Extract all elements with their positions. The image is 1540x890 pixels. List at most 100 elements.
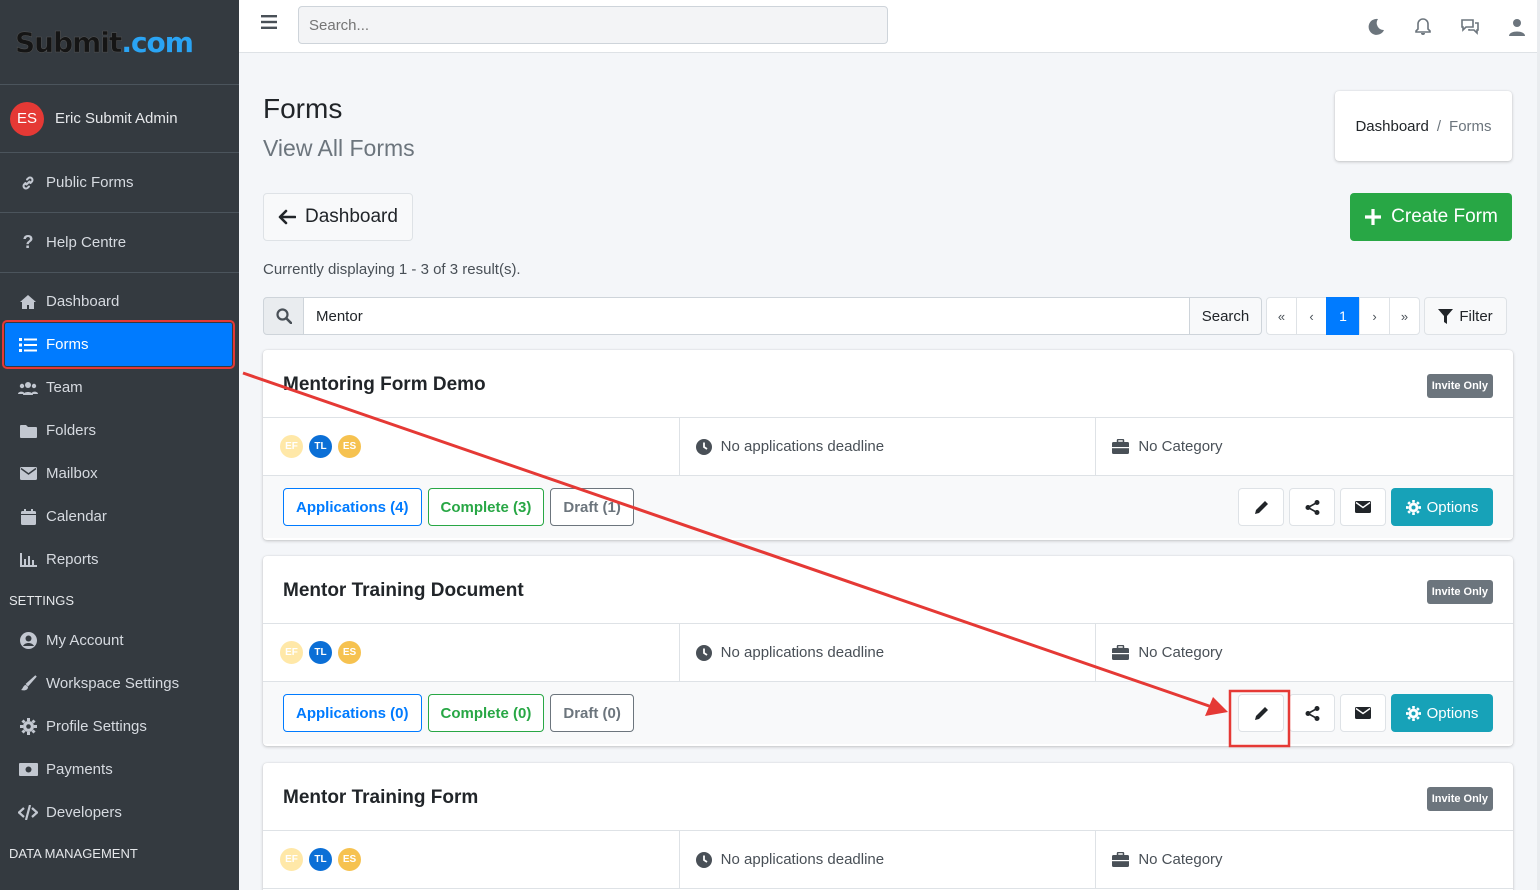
- avatar: TL: [308, 640, 333, 665]
- edit-form-button[interactable]: [1238, 694, 1284, 732]
- deadline-info: No applications deadline: [680, 418, 1097, 475]
- sidebar-item-payments[interactable]: Payments: [0, 748, 239, 791]
- clock-icon: [695, 851, 712, 868]
- options-button[interactable]: Options: [1391, 488, 1493, 526]
- settings-header: SETTINGS: [9, 592, 75, 608]
- complete-button[interactable]: Complete (3): [427, 488, 545, 526]
- avatar: ES: [337, 640, 362, 665]
- briefcase-icon: [1112, 439, 1130, 454]
- briefcase-icon: [1112, 852, 1130, 867]
- avatar: TL: [308, 847, 333, 872]
- filter-icon: [1438, 308, 1454, 324]
- user-circle-icon: [18, 632, 38, 649]
- pagination: « ‹ 1 › »: [1266, 297, 1420, 335]
- team-avatars: EF TL ES: [263, 418, 680, 475]
- complete-button[interactable]: Complete (0): [427, 694, 545, 732]
- status-badge: Invite Only: [1426, 374, 1493, 398]
- menu-toggle-icon[interactable]: [261, 15, 281, 33]
- folder-icon: [18, 424, 38, 438]
- form-title[interactable]: Mentor Training Form: [283, 787, 478, 809]
- pencil-icon: [1254, 500, 1268, 514]
- status-badge: Invite Only: [1426, 580, 1493, 604]
- share-icon: [1305, 705, 1319, 721]
- bell-icon[interactable]: [1399, 17, 1446, 36]
- avatar: ES: [337, 847, 362, 872]
- sidebar-item-team[interactable]: Team: [0, 366, 239, 409]
- dark-mode-icon[interactable]: [1352, 18, 1399, 36]
- data-management-header: DATA MANAGEMENT: [9, 845, 138, 861]
- avatar: EF: [279, 434, 304, 459]
- form-card: Mentor Training Document Invite Only EF …: [263, 556, 1513, 746]
- sidebar-item-developers[interactable]: Developers: [0, 791, 239, 834]
- pager-next[interactable]: ›: [1359, 297, 1390, 335]
- search-button[interactable]: Search: [1190, 297, 1262, 335]
- share-button[interactable]: [1289, 694, 1335, 732]
- pencil-icon: [1254, 706, 1268, 720]
- pager-prev[interactable]: ‹: [1296, 297, 1327, 335]
- page-title: Forms: [263, 93, 343, 124]
- sidebar-item-public-forms[interactable]: Public Forms: [0, 153, 239, 213]
- sidebar: Submit.com ES Eric Submit Admin Public F…: [0, 0, 239, 890]
- avatar: ES: [337, 434, 362, 459]
- back-to-dashboard-button[interactable]: Dashboard: [263, 193, 413, 241]
- sidebar-item-mailbox[interactable]: Mailbox: [0, 452, 239, 495]
- avatar: EF: [279, 640, 304, 665]
- status-badge: Invite Only: [1426, 787, 1493, 811]
- sidebar-item-workspace-settings[interactable]: Workspace Settings: [0, 662, 239, 705]
- comments-icon[interactable]: [1446, 18, 1493, 35]
- results-count: Currently displaying 1 - 3 of 3 result(s…: [263, 261, 521, 278]
- arrow-left-icon: [278, 209, 296, 225]
- form-title[interactable]: Mentor Training Document: [283, 580, 524, 602]
- pager-current-page[interactable]: 1: [1326, 297, 1360, 335]
- cog-icon: [18, 718, 38, 735]
- envelope-icon: [18, 467, 38, 480]
- options-button[interactable]: Options: [1391, 694, 1493, 732]
- sidebar-item-profile-settings[interactable]: Profile Settings: [0, 705, 239, 748]
- form-title[interactable]: Mentoring Form Demo: [283, 374, 486, 396]
- home-icon: [18, 294, 38, 310]
- user-panel[interactable]: ES Eric Submit Admin: [0, 85, 239, 153]
- cog-icon: [1405, 705, 1421, 721]
- form-search-bar: Search « ‹ 1 › » Filter: [263, 297, 1509, 335]
- envelope-icon: [1355, 707, 1371, 719]
- share-icon: [1305, 499, 1319, 515]
- email-button[interactable]: [1340, 488, 1386, 526]
- sidebar-item-help-centre[interactable]: ? Help Centre: [0, 213, 239, 273]
- question-icon: ?: [22, 232, 34, 252]
- pager-first[interactable]: «: [1266, 297, 1297, 335]
- chart-icon: [18, 552, 38, 567]
- calendar-icon: [18, 508, 38, 525]
- applications-button[interactable]: Applications (0): [283, 694, 422, 732]
- form-search-input[interactable]: [304, 297, 1190, 335]
- brush-icon: [18, 675, 38, 692]
- draft-button[interactable]: Draft (1): [550, 488, 634, 526]
- share-button[interactable]: [1289, 488, 1335, 526]
- email-button[interactable]: [1340, 694, 1386, 732]
- filter-button[interactable]: Filter: [1424, 297, 1507, 335]
- form-card: Mentor Training Form Invite Only EF TL E…: [263, 763, 1513, 890]
- edit-form-button[interactable]: [1238, 488, 1284, 526]
- create-form-button[interactable]: Create Form: [1350, 193, 1512, 241]
- user-icon[interactable]: [1493, 18, 1540, 36]
- team-avatars: EF TL ES: [263, 831, 680, 888]
- search-icon: [263, 297, 304, 335]
- avatar: ES: [10, 101, 44, 136]
- sidebar-item-dashboard[interactable]: Dashboard: [0, 280, 239, 323]
- list-icon: [18, 337, 38, 352]
- sidebar-item-calendar[interactable]: Calendar: [0, 495, 239, 538]
- draft-button[interactable]: Draft (0): [550, 694, 634, 732]
- avatar: EF: [279, 847, 304, 872]
- briefcase-icon: [1112, 645, 1130, 660]
- sidebar-item-reports[interactable]: Reports: [0, 538, 239, 581]
- brand-logo[interactable]: Submit.com: [0, 0, 239, 85]
- breadcrumb-dashboard-link[interactable]: Dashboard: [1355, 118, 1428, 135]
- applications-button[interactable]: Applications (4): [283, 488, 422, 526]
- pager-last[interactable]: »: [1389, 297, 1420, 335]
- sidebar-item-forms[interactable]: Forms: [2, 320, 235, 369]
- avatar: TL: [308, 434, 333, 459]
- sidebar-item-folders[interactable]: Folders: [0, 409, 239, 452]
- team-avatars: EF TL ES: [263, 624, 680, 681]
- category-info: No Category: [1096, 831, 1513, 888]
- global-search-input[interactable]: [298, 6, 888, 44]
- sidebar-item-my-account[interactable]: My Account: [0, 619, 239, 662]
